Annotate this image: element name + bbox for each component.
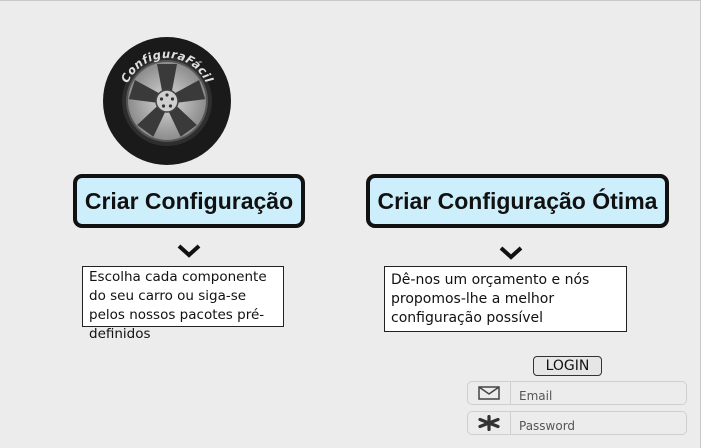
- login-button[interactable]: LOGIN: [533, 356, 602, 376]
- app-logo: ConfiguraFácil: [102, 36, 232, 166]
- asterisk-icon: [468, 412, 511, 434]
- chevron-down-icon[interactable]: [176, 243, 202, 259]
- chevron-down-icon[interactable]: [498, 245, 524, 261]
- password-input[interactable]: [511, 412, 686, 434]
- create-optimal-configuration-description: Dê-nos um orçamento e nós propomos-lhe a…: [384, 266, 627, 332]
- window-top-border: [0, 0, 701, 1]
- email-field[interactable]: [467, 381, 687, 405]
- create-configuration-description: Escolha cada componente do seu carro ou …: [82, 266, 284, 342]
- create-optimal-configuration-button[interactable]: Criar Configuração Ótima: [366, 174, 669, 228]
- mail-icon: [468, 382, 511, 404]
- password-field[interactable]: [467, 411, 687, 435]
- create-configuration-button[interactable]: Criar Configuração: [73, 174, 305, 228]
- email-input[interactable]: [511, 382, 686, 404]
